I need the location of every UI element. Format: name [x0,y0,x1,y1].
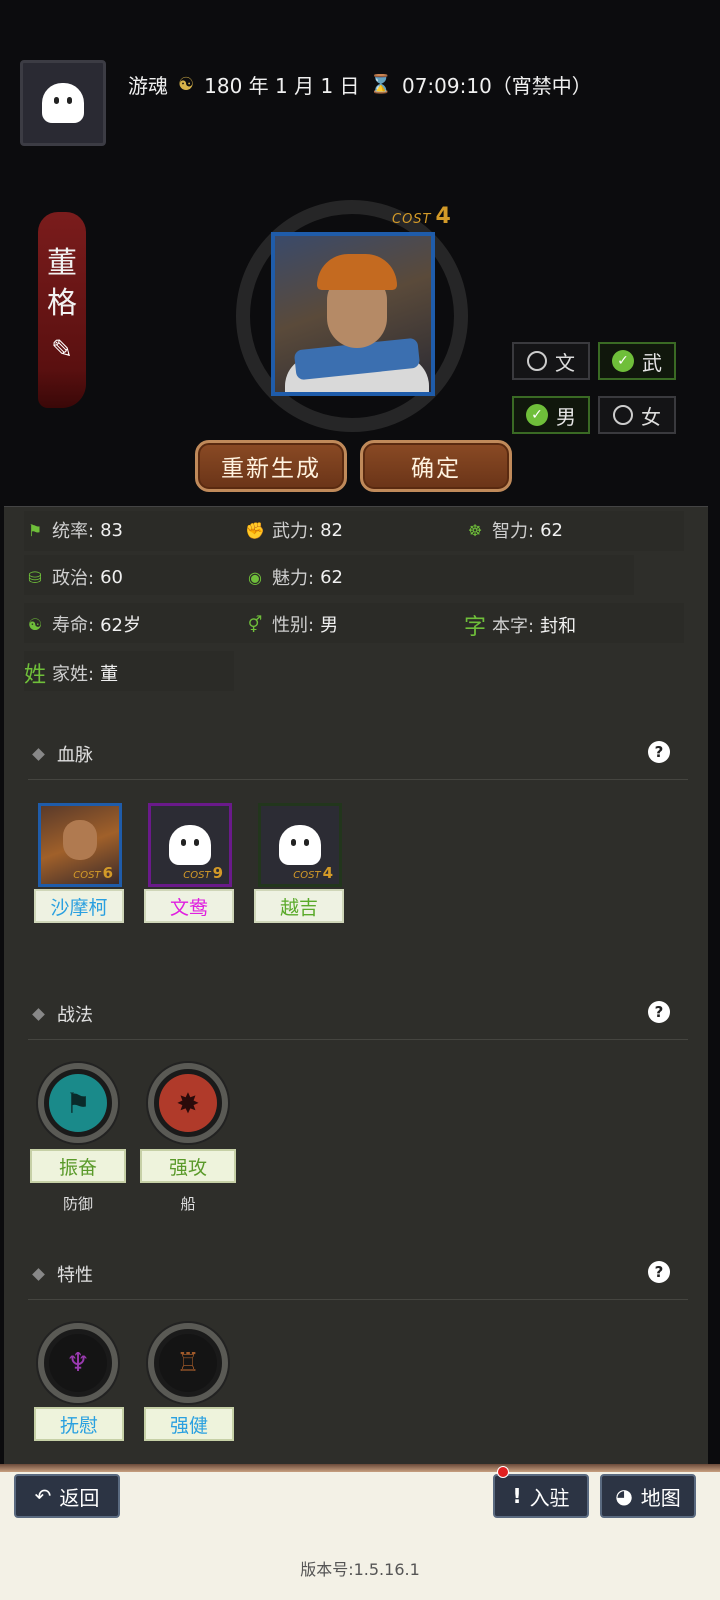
radio-empty-icon [527,351,547,371]
rally-icon: ⚑ [49,1074,107,1132]
header-area: 游魂 ☯ 180 年 1 月 1 日 ⌛ 07:09:10（宵禁中） 董 格 ✎… [0,0,720,520]
stat-politics: ⛁ 政治: 60 [24,564,123,590]
stat-courtesy-name: 字本字: 封和 [464,609,576,641]
section-bloodline-title: 血脉 [32,741,93,767]
hero-name-char-1: 董 [47,246,77,281]
diamond-icon [32,747,45,761]
radio-empty-icon [613,405,633,425]
trait-comfort-button[interactable]: ♆ [38,1323,118,1403]
regenerate-button[interactable]: 重新生成 [195,440,347,492]
tactics-help-icon[interactable]: ? [648,1001,670,1023]
bloodline-card-1[interactable]: COST 6 [38,803,122,887]
hero-cost: COST 4 [392,204,452,229]
map-button[interactable]: ◕ 地图 [600,1474,696,1518]
option-male[interactable]: ✓ 男 [512,396,590,434]
clock-icon: ⌛ [369,74,392,95]
xing-character-icon: 姓 [24,663,47,688]
hero-name-char-2: 格 [47,286,77,321]
bloodline-card-2[interactable]: COST 9 [148,803,232,887]
strongman-icon: ♖ [159,1334,217,1392]
bloodline-name-3[interactable]: 越吉 [254,889,344,923]
settle-button[interactable]: ! 入驻 [493,1474,589,1518]
trait-name-2[interactable]: 强健 [144,1407,234,1441]
option-wu[interactable]: ✓ 武 [598,342,676,380]
player-name: 游魂 [128,74,168,98]
player-avatar[interactable] [20,60,106,146]
section-traits-title: 特性 [32,1261,93,1287]
bloodline-name-1[interactable]: 沙摩柯 [34,889,124,923]
notification-dot [497,1466,509,1478]
hero-portrait [271,232,435,396]
section-tactics-title: 战法 [32,1001,93,1027]
brain-icon: ☸ [467,520,483,540]
tactic-name-1[interactable]: 振奋 [30,1149,126,1183]
stat-force: ✊ 武力: 82 [245,519,343,543]
diamond-icon [32,1007,45,1021]
bloodline-name-2[interactable]: 文鸯 [144,889,234,923]
toast-icon: ♆ [49,1334,107,1392]
money-bag-icon: ⛁ [28,567,42,587]
stat-lifespan: ☯ 寿命: 62岁 [24,611,141,637]
lifespan-icon: ☯ [27,614,43,634]
stat-surname: 姓家姓: 董 [24,657,118,689]
stat-intelligence: ☸ 智力: 62 [464,517,563,543]
game-date: 180 年 1 月 1 日 [204,74,360,98]
assault-icon: ✸ [159,1074,217,1132]
tactic-assault-button[interactable]: ✸ [148,1063,228,1143]
flag-icon: ⚑ [27,520,43,540]
eye-icon: ◉ [248,567,262,587]
check-icon: ✓ [526,404,548,426]
diamond-icon [32,1267,45,1281]
ghost-icon [42,83,84,123]
gender-icon: ⚥ [247,614,263,634]
back-button[interactable]: ↶ 返回 [14,1474,120,1518]
bloodline-card-3[interactable]: COST 4 [258,803,342,887]
ghost-icon [169,825,211,865]
tactic-name-2[interactable]: 强攻 [140,1149,236,1183]
exclamation-icon: ! [512,1484,522,1508]
zi-character-icon: 字 [464,615,487,640]
stat-charm: ◉ 魅力: 62 [244,564,343,590]
trait-name-1[interactable]: 抚慰 [34,1407,124,1441]
confirm-button[interactable]: 确定 [360,440,512,492]
hero-name-banner[interactable]: 董 格 ✎ [38,212,86,408]
map-icon: ◕ [615,1484,633,1508]
stat-leadership: ⚑ 统率: 83 [24,517,123,543]
check-icon: ✓ [612,350,634,372]
version-label: 版本号:1.5.16.1 [300,1560,420,1579]
tactic-type-2: 船 [180,1195,196,1213]
option-female[interactable]: 女 [598,396,676,434]
feather-edit-icon[interactable]: ✎ [51,330,73,370]
bloodline-help-icon[interactable]: ? [648,741,670,763]
back-arrow-icon: ↶ [34,1484,52,1508]
fist-icon: ✊ [245,520,265,540]
calendar-icon: ☯ [178,74,195,95]
traits-help-icon[interactable]: ? [648,1261,670,1283]
ghost-icon [279,825,321,865]
trait-strong-button[interactable]: ♖ [148,1323,228,1403]
stat-gender: ⚥ 性别: 男 [244,611,338,637]
status-line: 游魂 ☯ 180 年 1 月 1 日 ⌛ 07:09:10（宵禁中） [128,70,592,99]
game-time: 07:09:10（宵禁中） [401,74,592,98]
attribute-panel[interactable]: ⚑ 统率: 83 ✊ 武力: 82 ☸ 智力: 62 ⛁ 政治: 60 ◉ 魅力: 62 ☯ 寿命: 6… [4,506,708,1464]
tactic-type-1: 防御 [62,1195,93,1213]
option-wen[interactable]: 文 [512,342,590,380]
tactic-rally-button[interactable]: ⚑ [38,1063,118,1143]
